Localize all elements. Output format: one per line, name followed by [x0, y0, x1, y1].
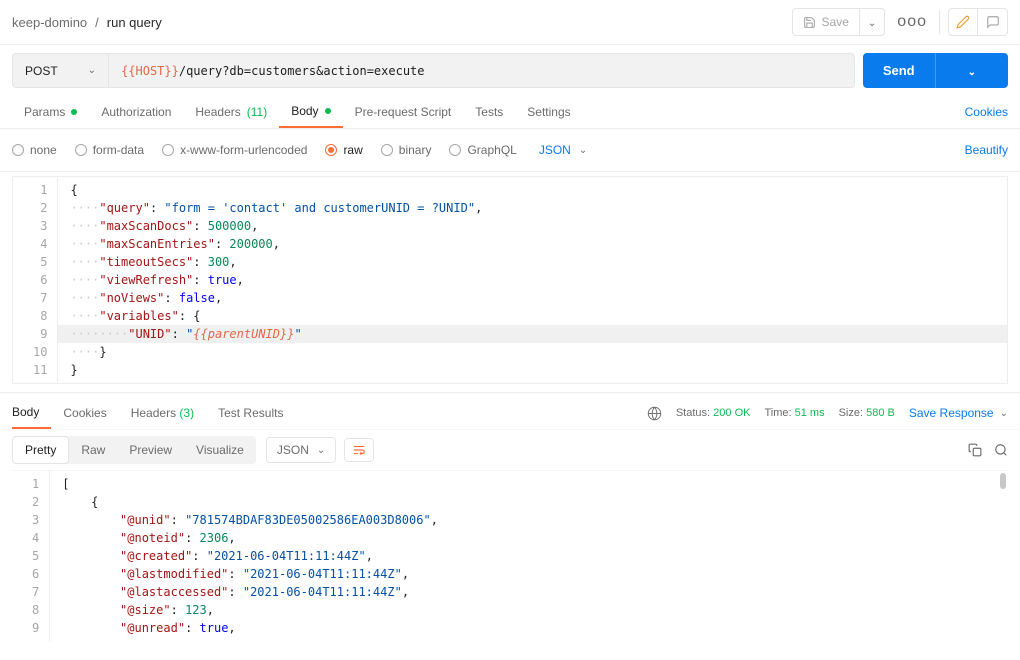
save-response-button[interactable]: Save Response⌄ — [909, 406, 1008, 420]
response-tab-body[interactable]: Body — [12, 397, 51, 429]
pencil-icon — [956, 15, 970, 29]
cookies-link[interactable]: Cookies — [965, 97, 1008, 127]
send-dropdown[interactable]: ⌄ — [935, 53, 1008, 88]
radio-binary[interactable]: binary — [381, 143, 432, 157]
method-label: POST — [25, 64, 58, 78]
separator — [939, 10, 940, 34]
copy-icon — [968, 443, 982, 457]
breadcrumb: keep-domino / run query — [12, 15, 162, 30]
send-button[interactable]: Send — [863, 53, 935, 88]
status-dot-icon — [325, 108, 331, 114]
tab-authorization[interactable]: Authorization — [89, 97, 183, 127]
chevron-down-icon: ⌄ — [1000, 408, 1008, 419]
radio-icon — [12, 144, 24, 156]
view-pretty[interactable]: Pretty — [12, 436, 69, 464]
save-button[interactable]: Save — [793, 9, 859, 35]
radio-none[interactable]: none — [12, 143, 57, 157]
code-content: [ { "@unid": "781574BDAF83DE05002586EA00… — [50, 471, 1008, 641]
response-tab-headers[interactable]: Headers (3) — [131, 398, 206, 428]
view-preview[interactable]: Preview — [117, 437, 184, 463]
breadcrumb-collection[interactable]: keep-domino — [12, 15, 87, 30]
tab-prerequest[interactable]: Pre-request Script — [343, 97, 464, 127]
radio-raw[interactable]: raw — [325, 143, 362, 157]
response-format-select[interactable]: JSON⌄ — [266, 437, 336, 463]
wrap-icon — [351, 443, 367, 457]
radio-icon — [325, 144, 337, 156]
line-gutter: 1234567891011 — [13, 177, 58, 383]
save-dropdown[interactable]: ⌄ — [859, 9, 884, 35]
view-visualize[interactable]: Visualize — [184, 437, 256, 463]
comment-icon — [986, 15, 1000, 29]
wrap-lines-button[interactable] — [344, 438, 374, 462]
save-label: Save — [822, 15, 849, 29]
tab-body[interactable]: Body — [279, 96, 342, 128]
search-button[interactable] — [994, 443, 1008, 457]
url-input[interactable]: {{HOST}}/query?db=customers&action=execu… — [109, 54, 854, 87]
breadcrumb-sep: / — [95, 15, 99, 30]
url-path: /query?db=customers&action=execute — [179, 64, 425, 78]
chevron-down-icon: ⌄ — [579, 145, 587, 156]
response-tab-tests[interactable]: Test Results — [218, 398, 295, 428]
search-icon — [994, 443, 1008, 457]
tab-tests[interactable]: Tests — [463, 97, 515, 127]
radio-icon — [449, 144, 461, 156]
line-gutter: 123456789 — [12, 471, 50, 641]
radio-xwww[interactable]: x-www-form-urlencoded — [162, 143, 307, 157]
comment-button[interactable] — [978, 8, 1008, 36]
copy-button[interactable] — [968, 443, 982, 457]
radio-icon — [162, 144, 174, 156]
chevron-down-icon: ⌄ — [88, 65, 96, 76]
breadcrumb-request[interactable]: run query — [107, 15, 162, 30]
response-tab-cookies[interactable]: Cookies — [63, 398, 118, 428]
chevron-down-icon: ⌄ — [317, 445, 325, 456]
request-body-editor[interactable]: 1234567891011 { ····"query": "form = 'co… — [12, 176, 1008, 384]
status-dot-icon — [71, 109, 77, 115]
scrollbar-thumb[interactable] — [1000, 473, 1006, 489]
tab-settings[interactable]: Settings — [515, 97, 582, 127]
time-label: Time: 51 ms — [764, 407, 824, 419]
tab-headers[interactable]: Headers (11) — [183, 97, 279, 127]
code-content: { ····"query": "form = 'contact' and cus… — [58, 177, 1007, 383]
method-select[interactable]: POST ⌄ — [13, 54, 109, 87]
more-button[interactable]: ooo — [893, 13, 931, 31]
response-body-viewer[interactable]: 123456789 [ { "@unid": "781574BDAF83DE05… — [12, 470, 1008, 641]
body-format-select[interactable]: JSON⌄ — [539, 143, 587, 157]
radio-icon — [381, 144, 393, 156]
chevron-down-icon: ⌄ — [948, 57, 996, 88]
chevron-down-icon: ⌄ — [868, 18, 876, 29]
beautify-link[interactable]: Beautify — [965, 135, 1008, 165]
save-icon — [803, 16, 816, 29]
status-label: Status: 200 OK — [676, 407, 751, 419]
radio-formdata[interactable]: form-data — [75, 143, 144, 157]
view-raw[interactable]: Raw — [69, 437, 117, 463]
size-label: Size: 580 B — [839, 407, 895, 419]
tab-params[interactable]: Params — [12, 97, 89, 127]
radio-icon — [75, 144, 87, 156]
radio-graphql[interactable]: GraphQL — [449, 143, 516, 157]
edit-button[interactable] — [948, 8, 978, 36]
url-variable: {{HOST}} — [121, 64, 179, 78]
globe-icon[interactable] — [647, 406, 662, 421]
